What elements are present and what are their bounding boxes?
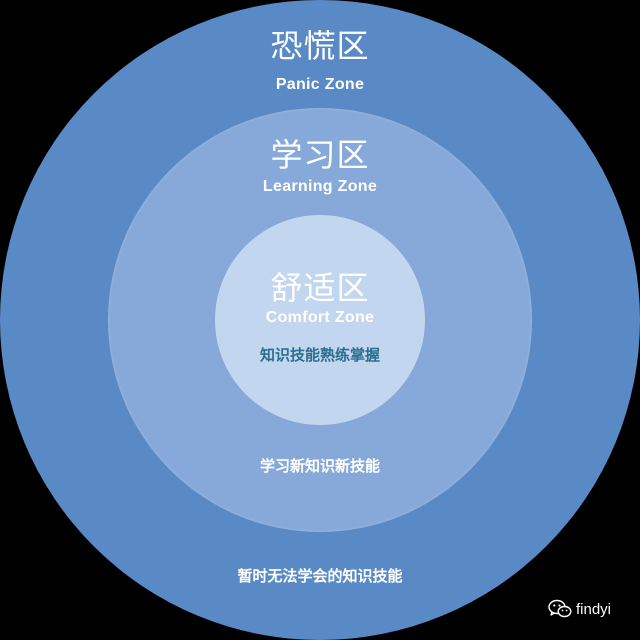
comfort-zone-title-zh: 舒适区 (270, 269, 370, 307)
wechat-icon (548, 599, 572, 619)
learning-zone-description: 学习新知识新技能 (259, 457, 380, 475)
comfort-zone-title-en: Comfort Zone (265, 309, 375, 326)
learning-zone-title-zh: 学习区 (270, 136, 370, 174)
watermark-text: findyi (576, 600, 612, 618)
panic-zone-title-zh: 恐慌区 (270, 27, 370, 65)
comfort-zone-description: 知识技能熟练掌握 (259, 346, 380, 364)
learning-zone-title-en: Learning Zone (262, 178, 378, 195)
panic-zone-description: 暂时无法学会的知识技能 (237, 567, 403, 585)
panic-zone-title-en: Panic Zone (275, 76, 365, 93)
watermark: findyi (548, 598, 611, 620)
comfort-zone-diagram: 恐慌区 Panic Zone 学习区 Learning Zone 舒适区 Com… (0, 0, 640, 640)
